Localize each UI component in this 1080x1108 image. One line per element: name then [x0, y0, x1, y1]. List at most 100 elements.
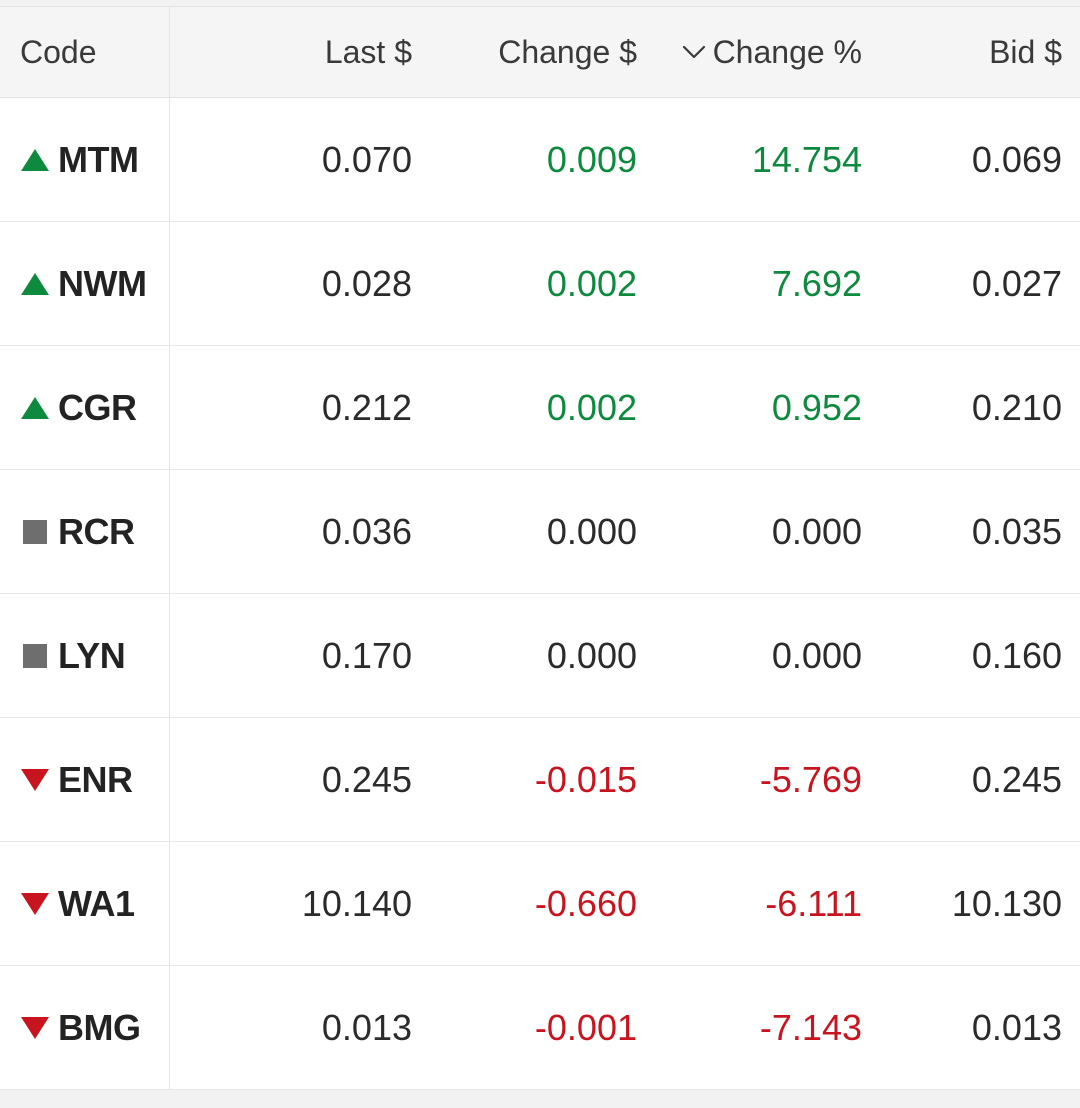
last-value: 0.028	[321, 262, 412, 304]
cell-code: CGR	[0, 346, 170, 469]
triangle-down-icon	[20, 889, 50, 919]
bid-value: 0.069	[971, 138, 1062, 180]
change-value: 0.000	[546, 510, 637, 552]
last-value: 0.070	[321, 138, 412, 180]
last-value: 0.013	[321, 1006, 412, 1048]
bid-value: 10.130	[951, 882, 1062, 924]
column-header-change-label: Change $	[498, 33, 637, 70]
code-label[interactable]: NWM	[58, 263, 147, 305]
change-pct-value: 0.000	[771, 634, 862, 676]
change-value: -0.660	[534, 882, 637, 924]
last-value: 0.170	[321, 634, 412, 676]
column-header-last[interactable]: Last $	[170, 7, 412, 97]
code-wrap: RCR	[20, 511, 135, 553]
cell-change-pct: -5.769	[637, 718, 862, 841]
change-value: -0.001	[534, 1006, 637, 1048]
cell-change: 0.002	[412, 222, 637, 345]
code-wrap: LYN	[20, 635, 126, 677]
change-pct-value: 7.692	[771, 262, 862, 304]
cell-code: MTM	[0, 98, 170, 221]
bid-value: 0.210	[971, 386, 1062, 428]
cell-change-pct: -7.143	[637, 966, 862, 1089]
square-icon	[20, 517, 50, 547]
cell-change-pct: 0.000	[637, 594, 862, 717]
last-value: 0.245	[321, 758, 412, 800]
cell-change: -0.660	[412, 842, 637, 965]
table-row[interactable]: WA1 10.140 -0.660 -6.111 10.130	[0, 842, 1080, 966]
table-row[interactable]: NWM 0.028 0.002 7.692 0.027	[0, 222, 1080, 346]
table-row[interactable]: BMG 0.013 -0.001 -7.143 0.013	[0, 966, 1080, 1090]
cell-change-pct: 7.692	[637, 222, 862, 345]
change-value: 0.009	[546, 138, 637, 180]
code-wrap: BMG	[20, 1007, 141, 1049]
table-body: MTM 0.070 0.009 14.754 0.069 NWM 0.028 0.002 7.6…	[0, 98, 1080, 1090]
code-label[interactable]: WA1	[58, 883, 135, 925]
table-row[interactable]: CGR 0.212 0.002 0.952 0.210	[0, 346, 1080, 470]
change-value: 0.002	[546, 386, 637, 428]
change-value: 0.002	[546, 262, 637, 304]
table-row[interactable]: ENR 0.245 -0.015 -5.769 0.245	[0, 718, 1080, 842]
code-label[interactable]: ENR	[58, 759, 133, 801]
cell-code: BMG	[0, 966, 170, 1089]
cell-change: 0.000	[412, 594, 637, 717]
column-header-code-label: Code	[20, 33, 97, 70]
code-label[interactable]: LYN	[58, 635, 126, 677]
cell-bid: 10.130	[862, 842, 1080, 965]
cell-bid: 0.035	[862, 470, 1080, 593]
code-wrap: CGR	[20, 387, 137, 429]
column-header-bid-label: Bid $	[989, 33, 1062, 70]
cell-last: 0.212	[170, 346, 412, 469]
cell-last: 0.028	[170, 222, 412, 345]
cell-last: 0.013	[170, 966, 412, 1089]
cell-bid: 0.069	[862, 98, 1080, 221]
change-pct-value: -6.111	[765, 882, 862, 924]
code-wrap: ENR	[20, 759, 133, 801]
chevron-down-icon	[681, 39, 707, 65]
cell-last: 0.070	[170, 98, 412, 221]
table-row[interactable]: LYN 0.170 0.000 0.000 0.160	[0, 594, 1080, 718]
code-label[interactable]: MTM	[58, 139, 139, 181]
cell-bid: 0.027	[862, 222, 1080, 345]
cell-last: 10.140	[170, 842, 412, 965]
bid-value: 0.245	[971, 758, 1062, 800]
triangle-down-icon	[20, 1013, 50, 1043]
cell-change: 0.000	[412, 470, 637, 593]
column-header-change-pct-label: Change %	[712, 33, 862, 70]
cell-change-pct: 0.000	[637, 470, 862, 593]
cell-last: 0.245	[170, 718, 412, 841]
table-row[interactable]: RCR 0.036 0.000 0.000 0.035	[0, 470, 1080, 594]
cell-code: ENR	[0, 718, 170, 841]
square-icon	[20, 641, 50, 671]
code-label[interactable]: RCR	[58, 511, 135, 553]
table-row[interactable]: MTM 0.070 0.009 14.754 0.069	[0, 98, 1080, 222]
code-wrap: NWM	[20, 263, 147, 305]
triangle-up-icon	[20, 145, 50, 175]
cell-bid: 0.210	[862, 346, 1080, 469]
code-label[interactable]: CGR	[58, 387, 137, 429]
cell-bid: 0.160	[862, 594, 1080, 717]
column-header-bid[interactable]: Bid $	[862, 7, 1080, 97]
column-header-change-pct[interactable]: Change %	[637, 7, 862, 97]
bid-value: 0.013	[971, 1006, 1062, 1048]
cell-change-pct: -6.111	[637, 842, 862, 965]
cell-change: 0.009	[412, 98, 637, 221]
cell-code: LYN	[0, 594, 170, 717]
last-value: 10.140	[301, 882, 412, 924]
cell-bid: 0.245	[862, 718, 1080, 841]
column-header-last-label: Last $	[324, 33, 412, 70]
column-header-code[interactable]: Code	[0, 7, 170, 97]
cell-code: RCR	[0, 470, 170, 593]
code-wrap: MTM	[20, 139, 139, 181]
table-header: Code Last $ Change $ Change % Bid $	[0, 7, 1080, 98]
change-pct-value: -5.769	[759, 758, 862, 800]
triangle-down-icon	[20, 765, 50, 795]
change-pct-value: 14.754	[751, 138, 862, 180]
quotes-table: Code Last $ Change $ Change % Bid $ MTM 0…	[0, 6, 1080, 1090]
cell-change: -0.015	[412, 718, 637, 841]
column-header-change[interactable]: Change $	[412, 7, 637, 97]
code-label[interactable]: BMG	[58, 1007, 141, 1049]
cell-bid: 0.013	[862, 966, 1080, 1089]
change-value: -0.015	[534, 758, 637, 800]
code-wrap: WA1	[20, 883, 135, 925]
last-value: 0.036	[321, 510, 412, 552]
